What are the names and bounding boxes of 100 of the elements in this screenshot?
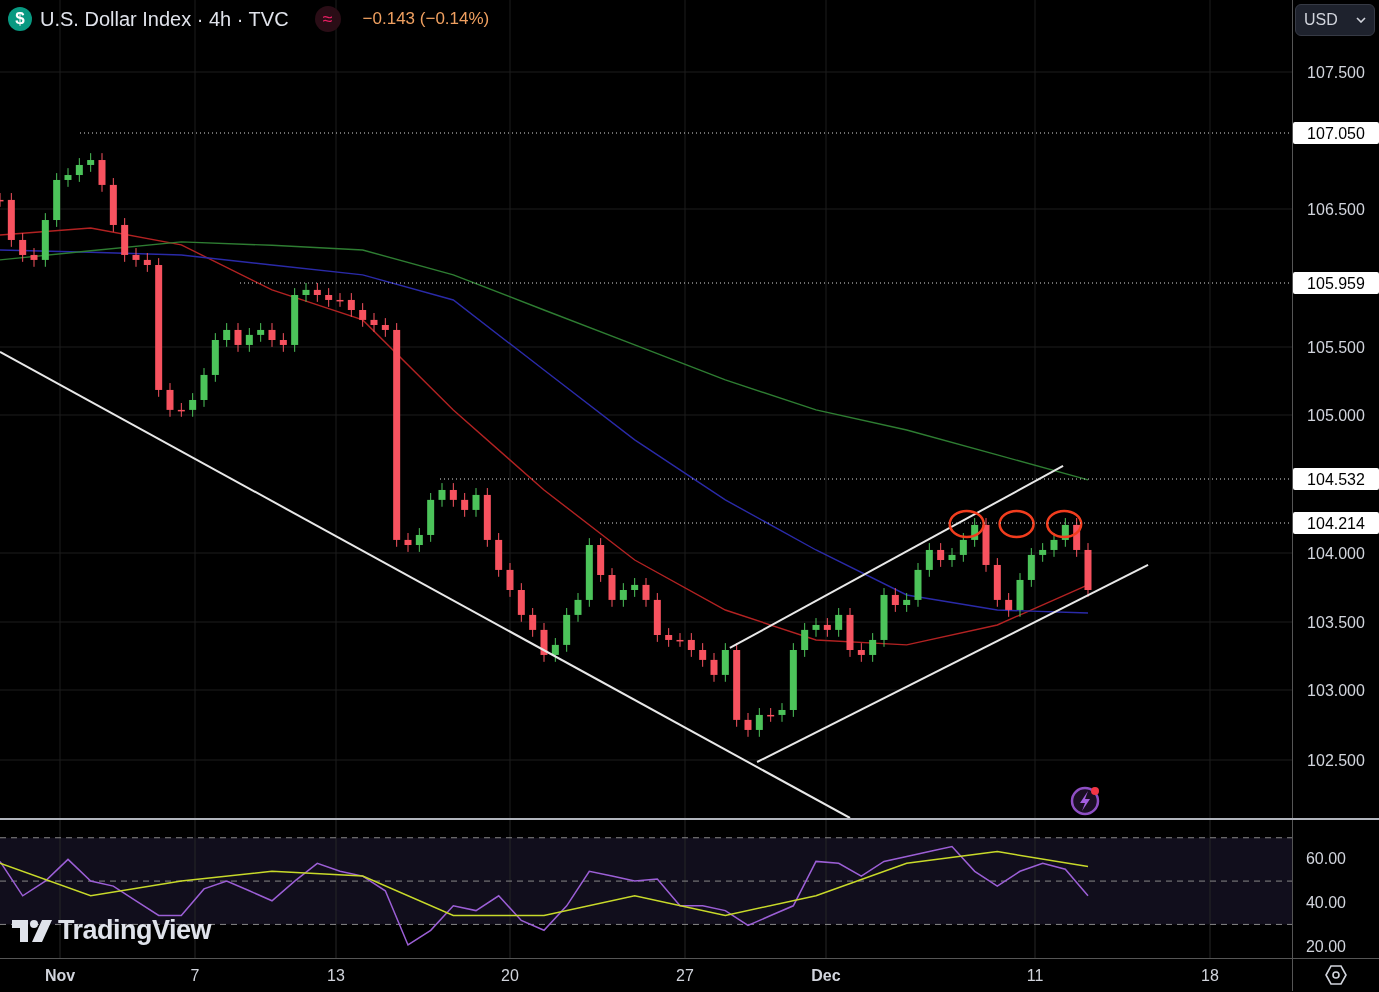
- candle: [132, 247, 140, 268]
- candle: [472, 487, 480, 518]
- candle: [461, 492, 469, 518]
- candle: [177, 402, 185, 418]
- candle: [245, 327, 253, 353]
- candle: [653, 592, 661, 643]
- candle: [1050, 532, 1058, 558]
- candle: [744, 712, 752, 738]
- candle: [721, 642, 729, 683]
- candle: [483, 487, 491, 548]
- price-label: 105.959: [1293, 272, 1379, 294]
- candle: [19, 232, 27, 263]
- candle: [325, 287, 333, 308]
- candle: [631, 577, 639, 598]
- candle: [891, 587, 899, 613]
- axis-label: 107.500: [1307, 64, 1365, 81]
- candle: [597, 537, 605, 583]
- symbol-title: U.S. Dollar Index · 4h · TVC: [40, 7, 289, 31]
- candle: [914, 562, 922, 608]
- settings-icon[interactable]: [1325, 964, 1347, 986]
- candle: [370, 312, 378, 333]
- candle: [427, 492, 435, 543]
- candle: [835, 607, 843, 638]
- candle: [642, 577, 650, 608]
- candle: [767, 707, 775, 723]
- candle: [925, 542, 933, 578]
- candle: [347, 292, 355, 318]
- axis-label: 102.500: [1307, 752, 1365, 769]
- candle: [857, 642, 865, 663]
- candle: [676, 632, 684, 648]
- candle: [710, 652, 718, 683]
- lightning-icon[interactable]: [1070, 786, 1100, 816]
- status-icon[interactable]: ≈: [314, 6, 341, 32]
- candle: [937, 542, 945, 568]
- candle: [574, 592, 582, 623]
- candle: [41, 212, 49, 268]
- candle: [506, 562, 514, 598]
- candle: [823, 617, 831, 638]
- candle: [268, 322, 276, 348]
- axis-label: 106.500: [1307, 201, 1365, 218]
- candle: [109, 177, 117, 233]
- candle: [948, 547, 956, 568]
- candle: [404, 532, 412, 553]
- candle: [415, 527, 423, 553]
- candle: [438, 482, 446, 508]
- candle: [1073, 517, 1081, 558]
- candle: [291, 287, 299, 353]
- candle: [540, 622, 548, 663]
- axis-label: 11: [1026, 967, 1044, 984]
- candle: [211, 332, 219, 383]
- candle: [1084, 542, 1092, 598]
- candle: [1039, 542, 1047, 563]
- candle: [53, 172, 61, 228]
- highlight-ring: [1045, 509, 1083, 539]
- candle: [143, 252, 151, 273]
- candle: [381, 317, 389, 338]
- axis-label: 103.500: [1307, 614, 1365, 631]
- highlight-ring: [948, 509, 985, 539]
- candle: [959, 532, 967, 563]
- candle: [778, 702, 786, 723]
- candle: [64, 167, 72, 188]
- price-change: −0.143 (−0.14%): [362, 9, 490, 29]
- candle: [200, 367, 208, 408]
- axis-label: 104.000: [1307, 545, 1365, 562]
- axis-label: 7: [190, 967, 200, 984]
- axis-label: 105.000: [1307, 407, 1365, 424]
- candle: [903, 592, 911, 613]
- candle: [87, 152, 95, 173]
- candle: [234, 322, 242, 353]
- candle: [121, 217, 129, 263]
- dollar-icon: $: [8, 7, 32, 31]
- candle: [1016, 572, 1024, 618]
- candle: [75, 157, 83, 183]
- candle: [687, 632, 695, 658]
- candle: [755, 707, 763, 738]
- candle: [869, 632, 877, 663]
- candle: [517, 582, 525, 623]
- price-label: 104.532: [1293, 468, 1379, 490]
- candle: [7, 192, 15, 248]
- price-label: 107.050: [1293, 122, 1379, 144]
- candle: [1027, 547, 1035, 588]
- axis-label: 18: [1201, 967, 1219, 984]
- candle: [98, 152, 106, 193]
- currency-select[interactable]: USD: [1295, 4, 1375, 36]
- axis-label: 105.500: [1307, 339, 1365, 356]
- axis-label: 20.00: [1306, 938, 1346, 955]
- candle: [993, 557, 1001, 608]
- axis-label: 40.00: [1306, 894, 1346, 911]
- candle: [665, 627, 673, 648]
- candle: [30, 247, 38, 268]
- axis-label: 13: [327, 967, 345, 984]
- candle: [336, 292, 344, 308]
- candle: [495, 532, 503, 578]
- candle: [257, 322, 265, 343]
- candle: [1005, 592, 1013, 618]
- logo-icon: [12, 919, 52, 942]
- candle: [529, 607, 537, 638]
- caret-icon: [1356, 17, 1366, 23]
- price-label: 104.214: [1293, 512, 1379, 534]
- candle: [359, 302, 367, 328]
